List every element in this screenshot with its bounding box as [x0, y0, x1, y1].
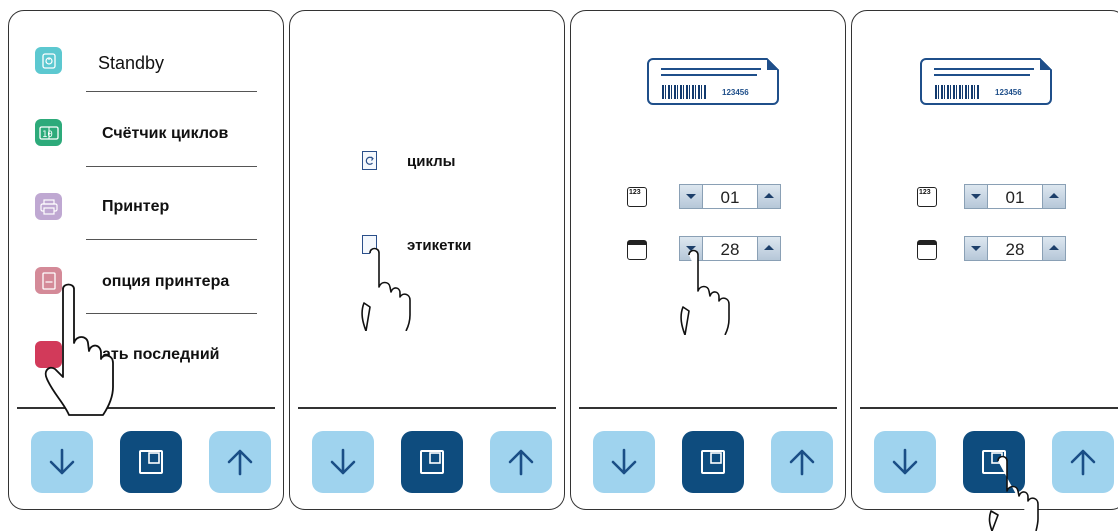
menu-item-printer[interactable]: Принтер: [102, 198, 169, 216]
footer-divider: [17, 407, 275, 409]
printer-icon[interactable]: [35, 193, 62, 220]
scroll-up-button[interactable]: [490, 431, 552, 493]
scroll-down-button[interactable]: [312, 431, 374, 493]
decrement-button[interactable]: [680, 185, 703, 208]
arrow-down-icon: [892, 448, 918, 475]
menu-item-standby[interactable]: Standby: [98, 53, 164, 74]
scroll-up-button[interactable]: [771, 431, 833, 493]
print-last-icon[interactable]: [35, 341, 62, 368]
triangle-up-icon: [1049, 193, 1059, 198]
decrement-button[interactable]: [965, 185, 988, 208]
decrement-button[interactable]: [680, 237, 703, 260]
panel-label-confirm: 123456 123 01 28: [851, 10, 1118, 531]
arrow-up-icon: [789, 449, 815, 476]
barcode-icon: [935, 85, 979, 99]
footer-divider: [298, 407, 556, 409]
triangle-down-icon: [686, 194, 696, 199]
date-value[interactable]: 28: [704, 240, 756, 260]
option-cycles[interactable]: циклы: [407, 153, 455, 170]
arrow-down-icon: [330, 448, 356, 475]
page-fold-icon: [767, 58, 779, 70]
label-code: 123456: [995, 88, 1022, 97]
footer-divider: [579, 407, 837, 409]
triangle-down-icon: [971, 194, 981, 199]
select-button[interactable]: [682, 431, 744, 493]
select-icon: [701, 450, 725, 474]
increment-button[interactable]: [1042, 237, 1065, 260]
select-icon: [139, 450, 163, 474]
triangle-up-icon: [764, 245, 774, 250]
page-fold-icon: [1040, 58, 1052, 70]
hand-pointer-icon: [680, 249, 730, 335]
hand-pointer-icon: [361, 247, 411, 331]
increment-button[interactable]: [757, 185, 780, 208]
divider: [86, 166, 257, 168]
arrow-up-icon: [508, 449, 534, 476]
date-value[interactable]: 28: [989, 240, 1041, 260]
triangle-up-icon: [1049, 245, 1059, 250]
numeric-icon: 123: [917, 187, 937, 207]
scroll-down-button[interactable]: [31, 431, 93, 493]
calendar-icon: [627, 240, 647, 260]
menu-item-cycle-counter[interactable]: Счётчик циклов: [102, 125, 228, 143]
select-button[interactable]: [963, 431, 1025, 493]
panel-label-settings: 123456 123 01 28: [570, 10, 846, 510]
menu-item-printer-option[interactable]: опция принтера: [102, 273, 229, 291]
divider: [86, 313, 257, 315]
triangle-up-icon: [764, 193, 774, 198]
svg-text:10: 10: [42, 130, 53, 140]
increment-button[interactable]: [1042, 185, 1065, 208]
select-icon: [420, 450, 444, 474]
arrow-down-icon: [611, 448, 637, 475]
decrement-button[interactable]: [965, 237, 988, 260]
scroll-up-button[interactable]: [1052, 431, 1114, 493]
scroll-down-button[interactable]: [593, 431, 655, 493]
power-icon[interactable]: [35, 47, 62, 74]
arrow-down-icon: [49, 448, 75, 475]
increment-button[interactable]: [757, 237, 780, 260]
select-button[interactable]: [401, 431, 463, 493]
date-spinner: 28: [964, 236, 1066, 261]
panel-counter-options: циклы этикетки: [289, 10, 565, 510]
triangle-down-icon: [686, 246, 696, 251]
scroll-down-button[interactable]: [874, 431, 936, 493]
count-value[interactable]: 01: [704, 188, 756, 208]
label-preview: 123456: [647, 58, 779, 105]
select-button[interactable]: [120, 431, 182, 493]
label-code: 123456: [722, 88, 749, 97]
cycle-icon[interactable]: [362, 151, 377, 170]
printer-option-icon[interactable]: [35, 267, 62, 294]
scroll-up-button[interactable]: [209, 431, 271, 493]
numeric-icon: 123: [627, 187, 647, 207]
numeric-icon-text: 123: [629, 189, 641, 196]
select-icon: [982, 450, 1006, 474]
date-spinner: 28: [679, 236, 781, 261]
divider: [86, 239, 257, 241]
divider: [86, 91, 257, 93]
label-preview: 123456: [920, 58, 1052, 105]
count-spinner: 01: [964, 184, 1066, 209]
calendar-icon: [917, 240, 937, 260]
count-spinner: 01: [679, 184, 781, 209]
barcode-icon: [662, 85, 706, 99]
arrow-up-icon: [1070, 449, 1096, 476]
menu-item-print-last[interactable]: ать последний: [102, 346, 219, 364]
panel-menu: Standby 10 Счётчик циклов Принтер опция …: [8, 10, 284, 510]
count-value[interactable]: 01: [989, 188, 1041, 208]
counter-icon[interactable]: 10: [35, 119, 62, 146]
footer-divider: [860, 407, 1118, 409]
triangle-down-icon: [971, 246, 981, 251]
arrow-up-icon: [227, 449, 253, 476]
label-icon[interactable]: [362, 235, 377, 254]
numeric-icon-text: 123: [919, 189, 931, 196]
option-labels[interactable]: этикетки: [407, 237, 471, 254]
